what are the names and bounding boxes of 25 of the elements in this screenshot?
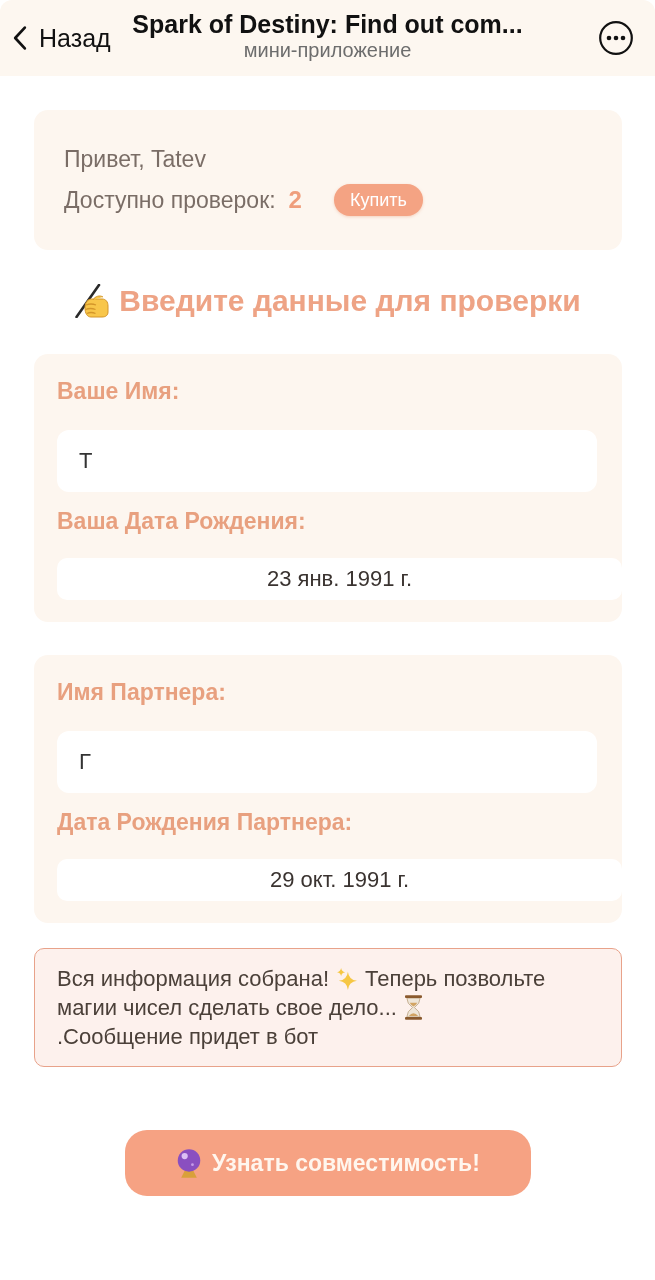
crystal-ball-icon: [176, 1148, 203, 1178]
notice-text: Вся информация собрана!: [57, 965, 330, 992]
back-button[interactable]: Назад: [0, 21, 111, 55]
back-chevron-icon: [12, 24, 28, 52]
app-subtitle: мини-приложение: [243, 39, 412, 61]
date-label: Ваша Дата Рождения:: [57, 509, 307, 533]
notice-text: Теперь позвольте: [365, 965, 546, 992]
date-label: Дата Рождения Партнера:: [57, 810, 354, 834]
name-input[interactable]: Г: [57, 731, 597, 793]
name-input[interactable]: T: [57, 430, 597, 492]
more-icon[interactable]: [599, 21, 633, 55]
date-field[interactable]: 29 окт. 1991 г.: [57, 859, 622, 901]
greeting-text: Привет, Tatev: [64, 145, 207, 174]
checks-label: Доступно проверок:: [64, 186, 276, 214]
writing-hand-icon: [75, 284, 110, 318]
sparkles-icon: [337, 967, 358, 990]
notice-text: магии чисел сделать свое дело...: [57, 994, 397, 1021]
name-label: Имя Партнера:: [57, 680, 227, 704]
hourglass-icon: [404, 995, 422, 1020]
notice-text: .Сообщение придет в бот: [57, 1023, 319, 1050]
app-title: Spark of Destiny: Find out com...: [132, 9, 523, 39]
section-heading: Введите данные для проверки: [119, 283, 581, 319]
checks-count: 2: [288, 186, 302, 214]
date-field[interactable]: 23 янв. 1991 г.: [57, 558, 622, 600]
name-label: Ваше Имя:: [57, 379, 181, 403]
